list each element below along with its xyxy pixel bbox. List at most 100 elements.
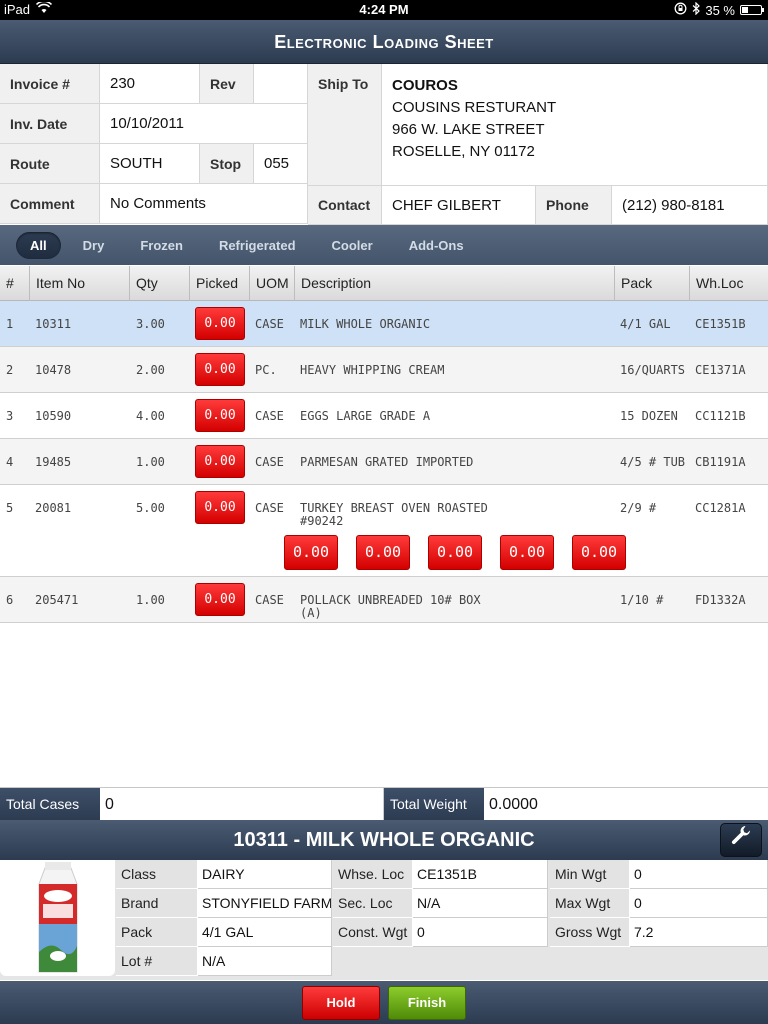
route-value: SOUTH bbox=[100, 144, 200, 184]
item-detail-panel: Class DAIRY Brand STONYFIELD FARM Pack 4… bbox=[0, 860, 768, 980]
row-description: PARMESAN GRATED IMPORTED bbox=[300, 455, 474, 469]
row-description-line2: (A) bbox=[300, 606, 322, 620]
row-uom: CASE bbox=[255, 455, 284, 469]
picked-button[interactable]: 0.00 bbox=[195, 491, 245, 524]
col-item-no[interactable]: Item No bbox=[30, 266, 130, 301]
stop-label: Stop bbox=[200, 144, 254, 184]
row-pack: 4/1 GAL bbox=[620, 317, 671, 331]
stop-value: 055 bbox=[254, 144, 308, 184]
picked-button[interactable]: 0.00 bbox=[195, 353, 245, 386]
ship-to-label: Ship To bbox=[308, 64, 382, 186]
row-num: 4 bbox=[6, 455, 14, 469]
product-image bbox=[0, 860, 115, 976]
brand-label: Brand bbox=[116, 889, 198, 918]
phone-label: Phone bbox=[536, 186, 612, 225]
bluetooth-icon bbox=[692, 1, 701, 18]
row-description: MILK WHOLE ORGANIC bbox=[300, 317, 431, 331]
min-wgt-value: 0 bbox=[630, 860, 768, 889]
row-item-no: 205471 bbox=[35, 593, 79, 607]
table-row[interactable]: 1 10311 3.00 0.00 CASE MILK WHOLE ORGANI… bbox=[0, 301, 768, 347]
item-detail-title: 10311 - MILK WHOLE ORGANIC bbox=[233, 829, 535, 851]
col-description[interactable]: Description bbox=[295, 266, 615, 301]
row-uom: CASE bbox=[255, 501, 284, 515]
col-picked[interactable]: Picked bbox=[190, 266, 250, 301]
brand-value: STONYFIELD FARM bbox=[198, 889, 332, 918]
total-cases-value: 0 bbox=[100, 788, 384, 821]
min-wgt-label: Min Wgt bbox=[550, 860, 630, 889]
row-item-no: 19485 bbox=[35, 455, 72, 469]
tab-cooler[interactable]: Cooler bbox=[318, 232, 387, 259]
battery-icon bbox=[740, 5, 764, 15]
col-num: # bbox=[0, 266, 30, 301]
class-label: Class bbox=[116, 860, 198, 889]
item-detail-header: 10311 - MILK WHOLE ORGANIC bbox=[0, 820, 768, 860]
finish-button[interactable]: Finish bbox=[388, 986, 466, 1020]
tab-refrigerated[interactable]: Refrigerated bbox=[205, 232, 310, 259]
comment-label: Comment bbox=[0, 184, 100, 224]
row-pack: 16/QUARTS bbox=[620, 363, 686, 377]
inv-date-value: 10/10/2011 bbox=[100, 104, 308, 144]
category-tabs: All Dry Frozen Refrigerated Cooler Add-O… bbox=[0, 225, 768, 265]
ship-to-code: COUROS bbox=[392, 77, 458, 94]
status-bar: iPad 4:24 PM 35 % bbox=[0, 0, 768, 20]
tab-add-ons[interactable]: Add-Ons bbox=[395, 232, 478, 259]
phone-value: (212) 980-8181 bbox=[612, 186, 768, 225]
row-item-no: 10478 bbox=[35, 363, 72, 377]
table-row[interactable]: 3 10590 4.00 0.00 CASE EGGS LARGE GRADE … bbox=[0, 393, 768, 439]
picked-button[interactable]: 0.00 bbox=[195, 445, 245, 478]
row-uom: CASE bbox=[255, 317, 284, 331]
sub-pick-button[interactable]: 0.00 bbox=[284, 535, 338, 570]
table-row[interactable]: 4 19485 1.00 0.00 CASE PARMESAN GRATED I… bbox=[0, 439, 768, 485]
picked-button[interactable]: 0.00 bbox=[195, 307, 245, 340]
tab-frozen[interactable]: Frozen bbox=[126, 232, 197, 259]
gross-wgt-value: 7.2 bbox=[630, 918, 768, 947]
row-description: TURKEY BREAST OVEN ROASTED bbox=[300, 501, 488, 515]
row-pack: 15 DOZEN bbox=[620, 409, 678, 423]
ship-to-street: 966 W. LAKE STREET bbox=[392, 121, 545, 138]
table-row[interactable]: 2 10478 2.00 0.00 PC. HEAVY WHIPPING CRE… bbox=[0, 347, 768, 393]
row-num: 5 bbox=[6, 501, 14, 515]
max-wgt-label: Max Wgt bbox=[550, 889, 630, 918]
ship-to-city: ROSELLE, NY 01172 bbox=[392, 143, 535, 160]
row-qty: 1.00 bbox=[136, 455, 165, 469]
row-qty: 3.00 bbox=[136, 317, 165, 331]
row-whloc: CC1281A bbox=[695, 501, 746, 515]
row-qty: 2.00 bbox=[136, 363, 165, 377]
route-label: Route bbox=[0, 144, 100, 184]
footer-bar: Hold Finish bbox=[0, 981, 768, 1024]
pack-label: Pack bbox=[116, 918, 198, 947]
tab-dry[interactable]: Dry bbox=[69, 232, 119, 259]
ship-to-address: COUROS COUSINS RESTURANT 966 W. LAKE STR… bbox=[382, 64, 768, 186]
sub-pick-button[interactable]: 0.00 bbox=[500, 535, 554, 570]
picked-button[interactable]: 0.00 bbox=[195, 583, 245, 616]
row-uom: PC. bbox=[255, 363, 277, 377]
table-row[interactable]: 5 20081 5.00 0.00 CASE TURKEY BREAST OVE… bbox=[0, 485, 768, 577]
sub-pick-button[interactable]: 0.00 bbox=[356, 535, 410, 570]
invoice-value: 230 bbox=[100, 64, 200, 104]
col-qty[interactable]: Qty bbox=[130, 266, 190, 301]
row-qty: 5.00 bbox=[136, 501, 165, 515]
hold-button[interactable]: Hold bbox=[302, 986, 380, 1020]
class-value: DAIRY bbox=[198, 860, 332, 889]
table-row[interactable]: 6 205471 1.00 0.00 CASE POLLACK UNBREADE… bbox=[0, 577, 768, 623]
col-pack[interactable]: Pack bbox=[615, 266, 690, 301]
row-whloc: CE1371A bbox=[695, 363, 746, 377]
row-description: HEAVY WHIPPING CREAM bbox=[300, 363, 445, 377]
row-qty: 4.00 bbox=[136, 409, 165, 423]
col-whloc[interactable]: Wh.Loc bbox=[690, 266, 768, 301]
rev-value bbox=[254, 64, 308, 104]
rotation-lock-icon bbox=[674, 2, 687, 18]
inv-date-label: Inv. Date bbox=[0, 104, 100, 144]
row-whloc: CB1191A bbox=[695, 455, 746, 469]
row-uom: CASE bbox=[255, 593, 284, 607]
col-uom[interactable]: UOM bbox=[250, 266, 295, 301]
picked-button[interactable]: 0.00 bbox=[195, 399, 245, 432]
tab-all[interactable]: All bbox=[16, 231, 61, 259]
sub-pick-button[interactable]: 0.00 bbox=[428, 535, 482, 570]
settings-button[interactable] bbox=[720, 823, 762, 857]
sub-pick-button[interactable]: 0.00 bbox=[572, 535, 626, 570]
comment-value: No Comments bbox=[100, 184, 308, 224]
pack-value: 4/1 GAL bbox=[198, 918, 332, 947]
battery-percent: 35 % bbox=[705, 2, 735, 18]
gross-wgt-label: Gross Wgt bbox=[550, 918, 630, 947]
